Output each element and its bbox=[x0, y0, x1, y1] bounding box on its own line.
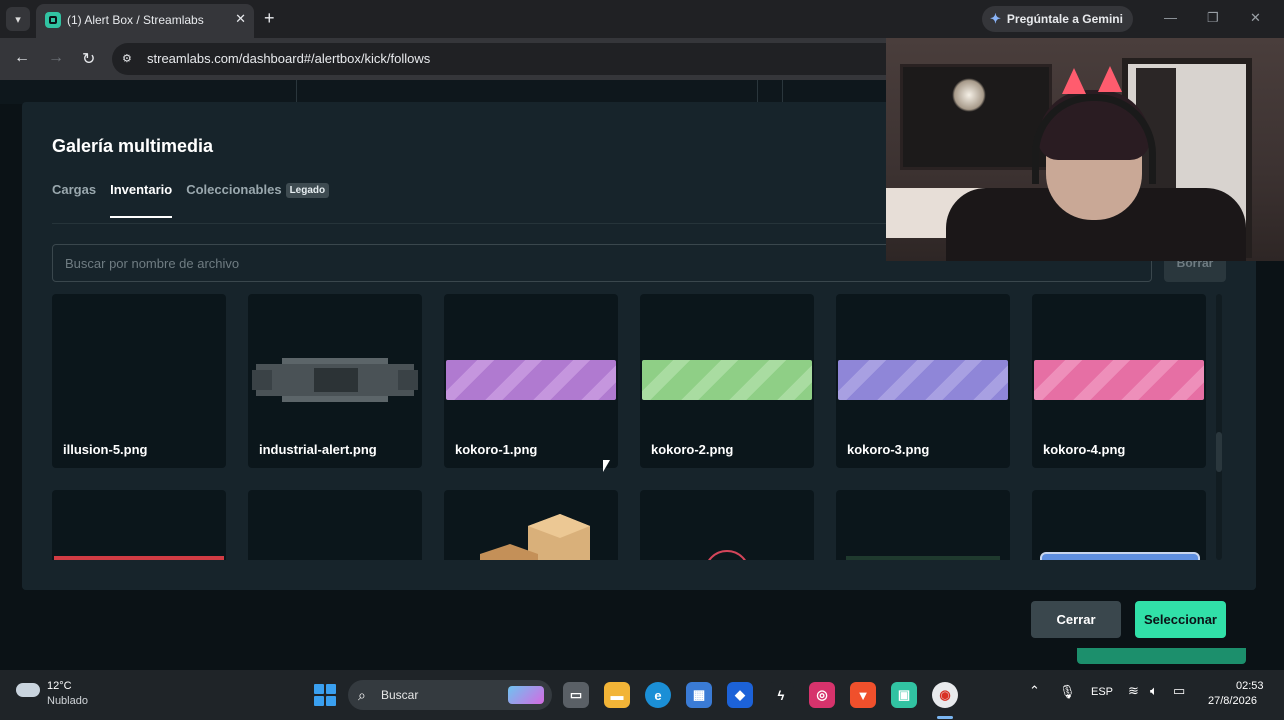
file-name: illusion-5.png bbox=[63, 442, 148, 457]
select-button[interactable]: Seleccionar bbox=[1135, 601, 1226, 638]
new-tab-button[interactable]: + bbox=[264, 8, 275, 28]
close-window-button[interactable]: ✕ bbox=[1250, 10, 1261, 26]
store-icon[interactable]: ▦ bbox=[686, 682, 712, 708]
search-icon: ⌕ bbox=[358, 687, 366, 703]
taskbar-search[interactable]: ⌕ Buscar bbox=[348, 680, 552, 710]
battery-icon[interactable]: ▭ bbox=[1173, 683, 1185, 699]
close-tab-icon[interactable]: ✕ bbox=[235, 11, 246, 27]
chrome-icon[interactable]: ◉ bbox=[932, 682, 958, 708]
mouse-cursor-icon bbox=[603, 460, 610, 472]
divider bbox=[296, 80, 297, 102]
tab-collectibles[interactable]: Coleccionables Legado bbox=[186, 182, 330, 218]
file-explorer-icon[interactable]: ▬ bbox=[604, 682, 630, 708]
industrial-alert-thumbnail bbox=[252, 358, 418, 402]
close-button[interactable]: Cerrar bbox=[1031, 601, 1121, 638]
grid-scrollbar-track[interactable] bbox=[1216, 294, 1222, 560]
maximize-button[interactable]: ❐ bbox=[1207, 10, 1219, 26]
capcut-icon[interactable]: ϟ bbox=[768, 682, 794, 708]
modal-title: Galería multimedia bbox=[52, 136, 214, 156]
task-view-icon[interactable]: ▭ bbox=[563, 682, 589, 708]
tab-collectibles-label: Coleccionables bbox=[186, 182, 282, 197]
forward-icon[interactable]: → bbox=[48, 49, 64, 67]
instagram-icon[interactable]: ◎ bbox=[809, 682, 835, 708]
cat-ear-right bbox=[1098, 66, 1122, 92]
file-name: kokoro-4.png bbox=[1043, 442, 1126, 457]
weather-description[interactable]: Nublado bbox=[47, 695, 88, 707]
language-indicator[interactable]: ESP bbox=[1091, 686, 1113, 698]
webcam-lamp bbox=[952, 78, 986, 112]
webcam-overlay bbox=[886, 38, 1284, 261]
dropbox-icon[interactable]: ◆ bbox=[727, 682, 753, 708]
browser-tab-bar: ▾ (1) Alert Box / Streamlabs ✕ + ✦ Pregú… bbox=[0, 0, 1284, 38]
file-name: kokoro-3.png bbox=[847, 442, 930, 457]
divider bbox=[757, 80, 758, 102]
kokoro-banner-thumbnail bbox=[838, 360, 1008, 400]
kokoro-banner-thumbnail bbox=[642, 360, 812, 400]
windows-start-icon[interactable] bbox=[314, 684, 336, 706]
chevron-up-icon[interactable]: ⌃ bbox=[1029, 683, 1040, 699]
search-highlight-art bbox=[508, 686, 544, 704]
weather-temperature[interactable]: 12°C bbox=[47, 680, 72, 692]
minimize-button[interactable]: — bbox=[1164, 10, 1177, 25]
tab-uploads[interactable]: Cargas bbox=[52, 182, 96, 218]
media-card[interactable]: kokoro-2.png bbox=[640, 294, 814, 468]
media-card[interactable]: kokoro-3.png bbox=[836, 294, 1010, 468]
reload-icon[interactable]: ↻ bbox=[82, 49, 95, 69]
grid-scrollbar-thumb[interactable] bbox=[1216, 432, 1222, 472]
streamlabs-icon[interactable]: ▣ bbox=[891, 682, 917, 708]
wifi-icon[interactable]: ≋ bbox=[1128, 683, 1139, 699]
kokoro-banner-thumbnail bbox=[446, 360, 616, 400]
tab-title: (1) Alert Box / Streamlabs bbox=[67, 13, 204, 27]
background-save-button bbox=[1077, 648, 1246, 664]
gallery-tabs: Cargas Inventario Coleccionables Legado bbox=[52, 182, 330, 218]
site-settings-icon[interactable]: ⚙ bbox=[122, 52, 136, 66]
active-app-indicator bbox=[937, 716, 953, 719]
gemini-sparkle-icon: ✦ bbox=[990, 11, 1001, 26]
cat-ear-left bbox=[1062, 68, 1086, 94]
volume-icon[interactable]: 🔈︎ bbox=[1150, 683, 1158, 699]
taskbar-search-label: Buscar bbox=[381, 688, 419, 702]
media-card[interactable]: kokoro-1.png bbox=[444, 294, 618, 468]
microphone-icon[interactable]: 🎙︎ bbox=[1059, 684, 1076, 700]
tab-inventory[interactable]: Inventario bbox=[110, 182, 173, 218]
file-name: kokoro-1.png bbox=[455, 442, 538, 457]
brave-icon[interactable]: ▼ bbox=[850, 682, 876, 708]
media-card[interactable]: kokoro-4.png bbox=[1032, 294, 1206, 468]
clock-date[interactable]: 27/8/2026 bbox=[1208, 695, 1257, 707]
legacy-badge: Legado bbox=[285, 183, 330, 198]
edge-icon[interactable]: e bbox=[645, 682, 671, 708]
cloud-icon[interactable] bbox=[16, 683, 40, 697]
media-card[interactable]: industrial-alert.png bbox=[248, 294, 422, 468]
url-text: streamlabs.com/dashboard#/alertbox/kick/… bbox=[147, 51, 431, 66]
browser-tab[interactable]: (1) Alert Box / Streamlabs ✕ bbox=[36, 4, 254, 38]
kokoro-banner-thumbnail bbox=[1034, 360, 1204, 400]
gemini-button[interactable]: ✦ Pregúntale a Gemini bbox=[982, 6, 1133, 32]
streamlabs-favicon-icon bbox=[45, 12, 61, 28]
media-card[interactable]: illusion-5.png bbox=[52, 294, 226, 468]
gemini-label: Pregúntale a Gemini bbox=[1006, 12, 1123, 26]
file-name: industrial-alert.png bbox=[259, 442, 377, 457]
tab-search-button[interactable]: ▾ bbox=[6, 7, 30, 31]
windows-taskbar: 12°C Nublado ⌕ Buscar ▭ ▬ e ▦ ◆ ϟ ◎ ▼ ▣ … bbox=[0, 670, 1284, 720]
divider bbox=[782, 80, 783, 102]
back-icon[interactable]: ← bbox=[14, 49, 30, 67]
modal-bottom-edge bbox=[22, 560, 1256, 590]
file-name: kokoro-2.png bbox=[651, 442, 734, 457]
clock-time[interactable]: 02:53 bbox=[1236, 680, 1264, 692]
